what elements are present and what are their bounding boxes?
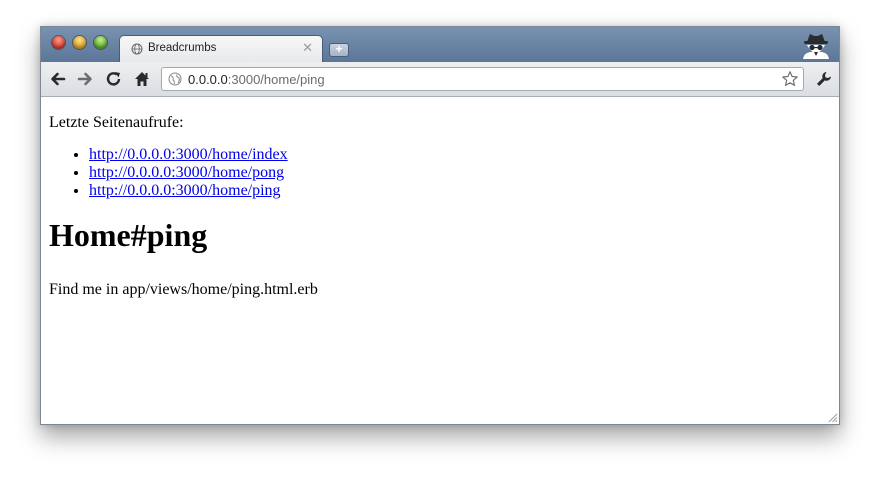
wrench-icon[interactable] [815, 70, 833, 88]
incognito-icon [803, 34, 829, 59]
browser-window: Breadcrumbs ✕ + 0.0.0.0:3000/home/ping L… [40, 26, 840, 425]
url-text[interactable]: 0.0.0.0:3000/home/ping [188, 72, 325, 87]
recent-pages-list: http://0.0.0.0:3000/home/index http://0.… [49, 146, 288, 200]
list-item: http://0.0.0.0:3000/home/index [89, 146, 288, 164]
tab-close-icon[interactable]: ✕ [302, 40, 313, 56]
recent-link-pong[interactable]: http://0.0.0.0:3000/home/pong [89, 164, 284, 181]
page-content: Letzte Seitenaufrufe: http://0.0.0.0:300… [41, 97, 839, 424]
url-host: 0.0.0.0 [188, 72, 228, 87]
navigation-toolbar: 0.0.0.0:3000/home/ping [41, 62, 839, 97]
url-path: :3000/home/ping [227, 72, 325, 87]
back-arrow-icon[interactable] [49, 70, 67, 88]
recent-link-index[interactable]: http://0.0.0.0:3000/home/index [89, 146, 288, 163]
tab-breadcrumbs[interactable]: Breadcrumbs ✕ [119, 35, 323, 62]
resize-grip-icon[interactable] [827, 412, 838, 423]
new-tab-button[interactable]: + [329, 43, 349, 57]
list-item: http://0.0.0.0:3000/home/ping [89, 182, 288, 200]
address-bar[interactable]: 0.0.0.0:3000/home/ping [161, 67, 804, 91]
forward-arrow-icon[interactable] [76, 70, 94, 88]
minimize-window-button[interactable] [73, 36, 86, 49]
loading-globe-icon [131, 43, 143, 55]
tab-strip: Breadcrumbs ✕ + [41, 27, 839, 62]
reload-icon[interactable] [105, 70, 123, 88]
list-item: http://0.0.0.0:3000/home/pong [89, 164, 288, 182]
template-path-note: Find me in app/views/home/ping.html.erb [49, 281, 318, 298]
recent-link-ping[interactable]: http://0.0.0.0:3000/home/ping [89, 182, 281, 199]
globe-icon [168, 72, 182, 86]
home-icon[interactable] [133, 70, 151, 88]
close-window-button[interactable] [52, 36, 65, 49]
page-title: Home#ping [49, 217, 208, 253]
tab-title: Breadcrumbs [148, 42, 217, 54]
recent-pages-label: Letzte Seitenaufrufe: [49, 114, 184, 131]
zoom-window-button[interactable] [94, 36, 107, 49]
bookmark-star-icon[interactable] [781, 70, 799, 88]
